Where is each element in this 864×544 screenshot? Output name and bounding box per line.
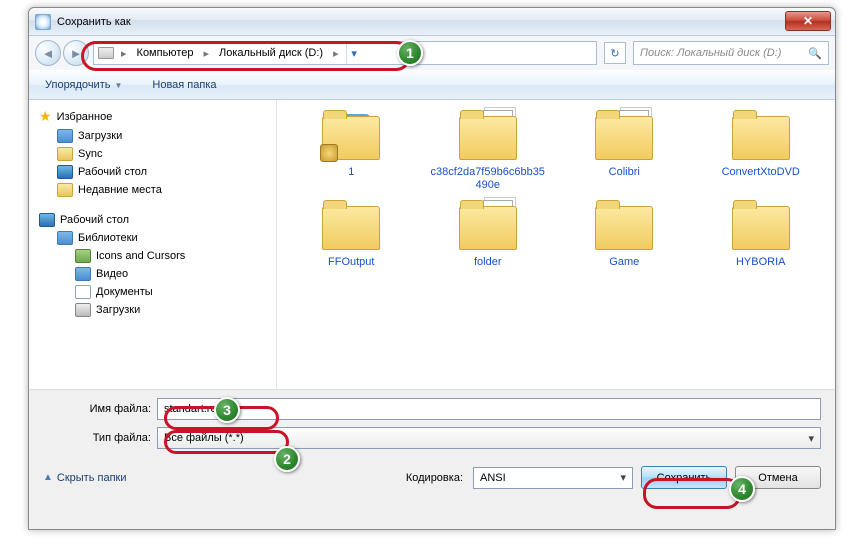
desktop-icon — [39, 213, 55, 227]
app-icon — [35, 14, 51, 30]
tree-video[interactable]: Видео — [39, 265, 276, 283]
annotation-badge: 1 — [397, 40, 423, 66]
hide-folders-link[interactable]: ▲Скрыть папки — [43, 472, 127, 484]
tree-recent[interactable]: Недавние места — [39, 181, 276, 199]
tree-libraries[interactable]: Библиотеки — [39, 229, 276, 247]
organize-button[interactable]: Упорядочить▼ — [39, 76, 128, 94]
libraries-icon — [57, 231, 73, 245]
star-icon: ★ — [39, 108, 52, 125]
folder-icon — [459, 206, 517, 250]
titlebar[interactable]: Сохранить как ✕ — [29, 8, 835, 36]
chevron-right-icon: ▸ — [118, 47, 130, 60]
address-bar[interactable]: ▸ Компьютер ▸ Локальный диск (D:) ▸ ▾ — [93, 41, 597, 65]
folder-icon — [322, 206, 380, 250]
file-fields: Имя файла: standart.reg Тип файла: Все ф… — [29, 390, 835, 460]
filetype-label: Тип файла: — [43, 432, 151, 444]
folder-item[interactable]: Colibri — [558, 110, 691, 192]
recent-icon — [57, 183, 73, 197]
encoding-label: Кодировка: — [406, 472, 463, 484]
document-icon — [75, 285, 91, 299]
folder-icon — [732, 116, 790, 160]
search-placeholder: Поиск: Локальный диск (D:) — [640, 47, 781, 59]
breadcrumb-disk[interactable]: Локальный диск (D:) — [216, 46, 326, 60]
folder-item[interactable]: ConvertXtoDVD — [695, 110, 828, 192]
nav-tree[interactable]: ★Избранное Загрузки Sync Рабочий стол Не… — [29, 100, 277, 389]
forward-button[interactable]: ► — [63, 40, 89, 66]
disk-icon — [98, 47, 114, 59]
folder-icon — [57, 129, 73, 143]
breadcrumb-computer[interactable]: Компьютер — [134, 46, 197, 60]
annotation-badge: 4 — [729, 476, 755, 502]
folder-item[interactable]: folder — [422, 200, 555, 269]
filename-label: Имя файла: — [43, 403, 151, 415]
lock-icon — [320, 144, 338, 162]
tree-docs[interactable]: Документы — [39, 283, 276, 301]
tree-desktop[interactable]: Рабочий стол — [39, 163, 276, 181]
annotation-badge: 2 — [274, 446, 300, 472]
tree-sync[interactable]: Sync — [39, 145, 276, 163]
chevron-right-icon: ▸ — [200, 47, 212, 60]
dialog-footer: ▲Скрыть папки Кодировка: ANSI Сохранить … — [29, 460, 835, 499]
close-button[interactable]: ✕ — [785, 11, 831, 31]
folder-item[interactable]: c38cf2da7f59b6c6bb35490e — [422, 110, 555, 192]
search-icon: 🔍 — [808, 47, 822, 60]
nav-row: ◄ ► ▸ Компьютер ▸ Локальный диск (D:) ▸ … — [29, 36, 835, 70]
desktop-icon — [57, 165, 73, 179]
chevron-up-icon: ▲ — [43, 472, 53, 483]
folder-item[interactable]: 1 — [285, 110, 418, 192]
filetype-combo[interactable]: Все файлы (*.*) — [157, 427, 821, 449]
filename-input[interactable]: standart.reg — [157, 398, 821, 420]
downloads-icon — [75, 303, 91, 317]
tree-icons[interactable]: Icons and Cursors — [39, 247, 276, 265]
tree-favorites[interactable]: ★Избранное — [39, 106, 276, 127]
folder-item[interactable]: HYBORIA — [695, 200, 828, 269]
search-input[interactable]: Поиск: Локальный диск (D:) 🔍 — [633, 41, 829, 65]
annotation-badge: 3 — [214, 397, 240, 423]
encoding-combo[interactable]: ANSI — [473, 467, 633, 489]
folder-icon — [595, 116, 653, 160]
folder-grid[interactable]: 1 c38cf2da7f59b6c6bb35490e Colibri Conve… — [277, 100, 835, 389]
folder-icon — [459, 116, 517, 160]
toolbar: Упорядочить▼ Новая папка — [29, 70, 835, 100]
chevron-right-icon: ▸ — [330, 47, 342, 60]
folder-item[interactable]: FFOutput — [285, 200, 418, 269]
refresh-button[interactable]: ↻ — [604, 42, 626, 64]
chevron-down-icon: ▼ — [114, 81, 122, 90]
save-as-dialog: Сохранить как ✕ ◄ ► ▸ Компьютер ▸ Локаль… — [28, 7, 836, 530]
video-icon — [75, 267, 91, 281]
save-button[interactable]: Сохранить — [641, 466, 727, 489]
folder-icon — [732, 206, 790, 250]
address-dropdown[interactable]: ▾ — [346, 42, 362, 64]
tree-downloads2[interactable]: Загрузки — [39, 301, 276, 319]
back-button[interactable]: ◄ — [35, 40, 61, 66]
tree-desktop2[interactable]: Рабочий стол — [39, 211, 276, 229]
tree-downloads[interactable]: Загрузки — [39, 127, 276, 145]
pictures-icon — [75, 249, 91, 263]
folder-icon — [595, 206, 653, 250]
folder-icon — [57, 147, 73, 161]
folder-item[interactable]: Game — [558, 200, 691, 269]
window-title: Сохранить как — [57, 16, 131, 28]
new-folder-button[interactable]: Новая папка — [146, 76, 222, 94]
